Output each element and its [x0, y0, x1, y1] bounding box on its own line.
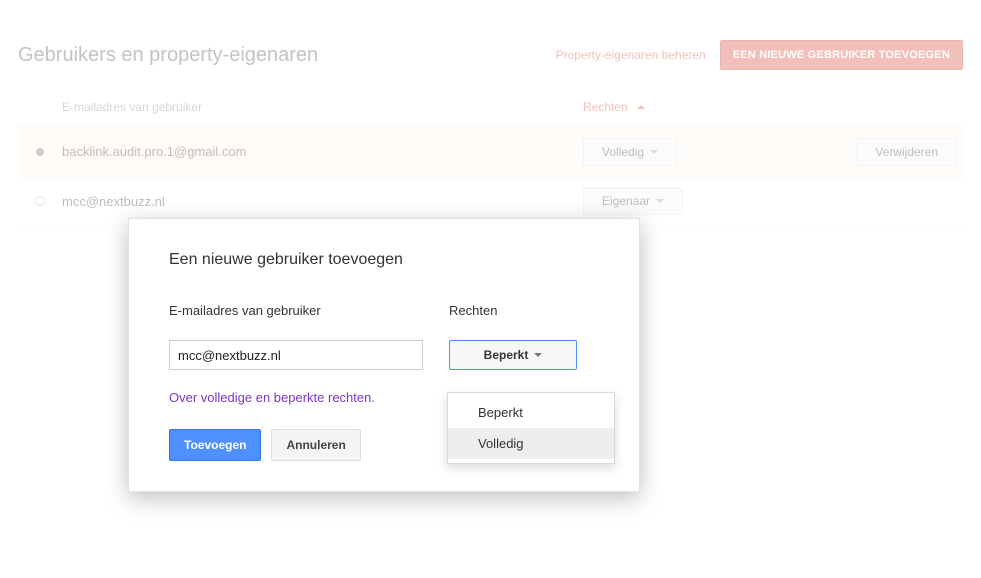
- cancel-button[interactable]: Annuleren: [271, 429, 360, 461]
- table-header-row: E-mailadres van gebruiker Rechten: [18, 92, 963, 126]
- user-email: backlink.audit.pro.1@gmail.com: [62, 144, 583, 159]
- dropdown-option-volledig[interactable]: Volledig: [448, 428, 614, 459]
- header-actions: Property-eigenaren beheren EEN NIEUWE GE…: [556, 40, 963, 70]
- status-dot-icon: [35, 196, 45, 206]
- manage-owners-link[interactable]: Property-eigenaren beheren: [556, 48, 706, 62]
- page-title: Gebruikers en property-eigenaren: [18, 44, 318, 67]
- add-button[interactable]: Toevoegen: [169, 429, 261, 461]
- email-field[interactable]: [169, 340, 423, 370]
- email-field-label: E-mailadres van gebruiker: [169, 303, 423, 318]
- dialog-title: Een nieuwe gebruiker toevoegen: [169, 251, 599, 269]
- users-table: E-mailadres van gebruiker Rechten backli…: [18, 92, 963, 226]
- dropdown-option-beperkt[interactable]: Beperkt: [448, 397, 614, 428]
- chevron-down-icon: [650, 150, 658, 158]
- sort-ascending-icon: [637, 101, 645, 109]
- permission-select[interactable]: Volledig: [583, 138, 677, 166]
- chevron-down-icon: [656, 199, 664, 207]
- remove-user-button[interactable]: Verwijderen: [856, 138, 957, 166]
- column-header-email[interactable]: E-mailadres van gebruiker: [62, 100, 583, 114]
- permission-field-label: Rechten: [449, 303, 599, 318]
- permissions-help-link[interactable]: Over volledige en beperkte rechten.: [169, 390, 375, 405]
- table-row: backlink.audit.pro.1@gmail.com Volledig …: [18, 126, 963, 176]
- add-user-dialog: Een nieuwe gebruiker toevoegen E-mailadr…: [128, 218, 640, 492]
- permission-dropdown-button[interactable]: Beperkt: [449, 340, 577, 370]
- user-email: mcc@nextbuzz.nl: [62, 194, 583, 209]
- permission-select[interactable]: Eigenaar: [583, 187, 683, 215]
- permission-dropdown-menu: Beperkt Volledig: [447, 392, 615, 464]
- status-dot-icon: [36, 148, 44, 156]
- page-header: Gebruikers en property-eigenaren Propert…: [18, 40, 963, 70]
- chevron-down-icon: [534, 353, 542, 361]
- column-header-permissions[interactable]: Rechten: [583, 100, 843, 114]
- add-user-button[interactable]: EEN NIEUWE GEBRUIKER TOEVOEGEN: [720, 40, 963, 70]
